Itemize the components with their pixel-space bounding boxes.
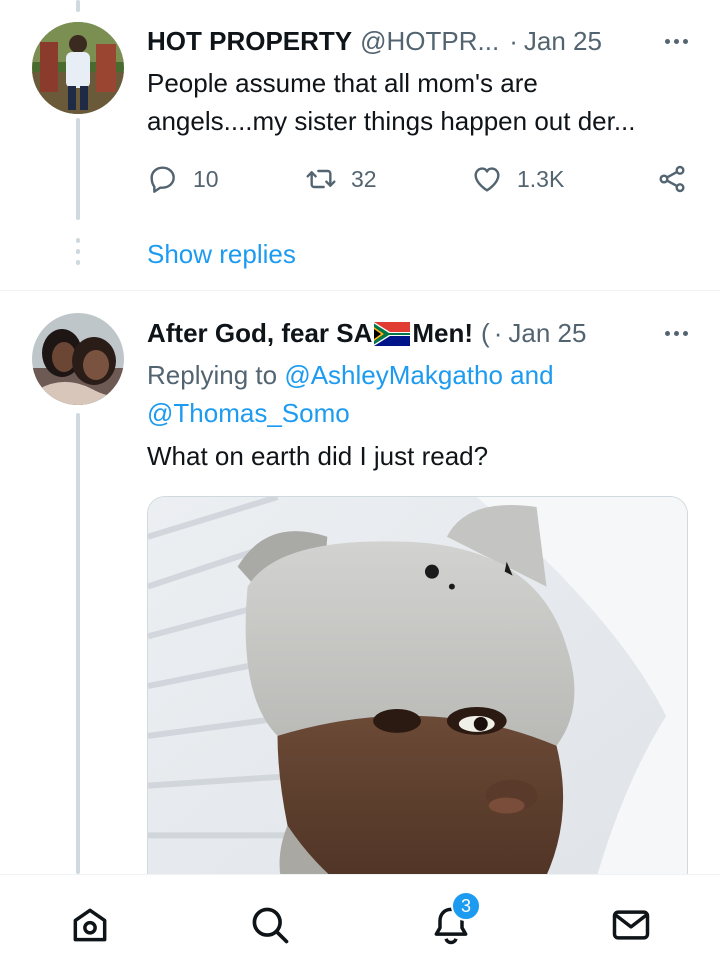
retweet-button[interactable]: 32 <box>305 163 377 195</box>
thread-line-top <box>76 0 80 12</box>
more-icon[interactable] <box>665 39 688 44</box>
notification-badge: 3 <box>451 891 481 921</box>
south-africa-flag-icon <box>374 322 411 346</box>
tweet-text-line: angels....my sister things happen out de… <box>147 106 636 136</box>
mention-link[interactable]: @AshleyMakgatho <box>284 360 503 390</box>
tweet-text-line: People assume that all mom's are <box>147 68 538 98</box>
mention-link[interactable]: @Thomas_Somo <box>147 398 350 429</box>
thread-dots <box>76 238 80 271</box>
bottom-tab-bar <box>0 874 720 975</box>
messages-icon <box>612 910 650 940</box>
handle[interactable]: @HOTPR... <box>360 26 499 57</box>
retweet-icon <box>306 169 336 189</box>
mention-and[interactable]: and <box>510 360 553 390</box>
tweet-header: HOT PROPERTY @HOTPR... · Jan 25 <box>147 26 688 57</box>
tweet-header: After God, fear SA Men! ( · Jan 25 <box>147 318 688 349</box>
handle[interactable]: ( <box>481 318 490 349</box>
home-icon <box>73 908 107 942</box>
tweet-text: People assume that all mom's are angels.… <box>147 64 688 140</box>
tab-messages[interactable] <box>609 903 653 947</box>
show-replies-link[interactable]: Show replies <box>147 239 296 270</box>
retweet-count: 32 <box>351 165 377 192</box>
tweet-date[interactable]: Jan 25 <box>508 318 586 349</box>
like-count: 1.3K <box>517 165 565 192</box>
tweet-actions: 10 32 1.3K <box>147 163 688 203</box>
replying-to: Replying to @AshleyMakgatho and <box>147 360 554 391</box>
tweet-date[interactable]: Jan 25 <box>524 26 602 57</box>
reply-button[interactable]: 10 <box>147 163 219 195</box>
heart-icon <box>474 167 500 192</box>
display-name-part: Men! <box>412 318 474 348</box>
tab-search[interactable] <box>248 903 292 947</box>
tweet-text: What on earth did I just read? <box>147 441 489 471</box>
thread-line <box>76 413 80 874</box>
tweet-media-image[interactable] <box>147 496 688 916</box>
display-name-part: After God, fear SA <box>147 318 373 348</box>
like-button[interactable]: 1.3K <box>471 163 564 195</box>
separator: · <box>509 26 518 56</box>
reply-icon <box>150 166 175 193</box>
display-name[interactable]: After God, fear SA Men! <box>147 318 473 349</box>
display-name[interactable]: HOT PROPERTY <box>147 26 352 57</box>
separator: · <box>493 318 503 348</box>
divider <box>0 290 720 291</box>
avatar[interactable] <box>32 313 124 405</box>
share-button[interactable] <box>656 163 688 195</box>
tab-home[interactable] <box>68 903 112 947</box>
share-icon <box>659 165 685 193</box>
reply-count: 10 <box>193 165 219 192</box>
thread-line <box>76 118 80 220</box>
more-icon[interactable] <box>665 331 688 336</box>
search-icon <box>252 907 289 944</box>
replying-to-label: Replying to <box>147 360 278 390</box>
avatar[interactable] <box>32 22 124 114</box>
